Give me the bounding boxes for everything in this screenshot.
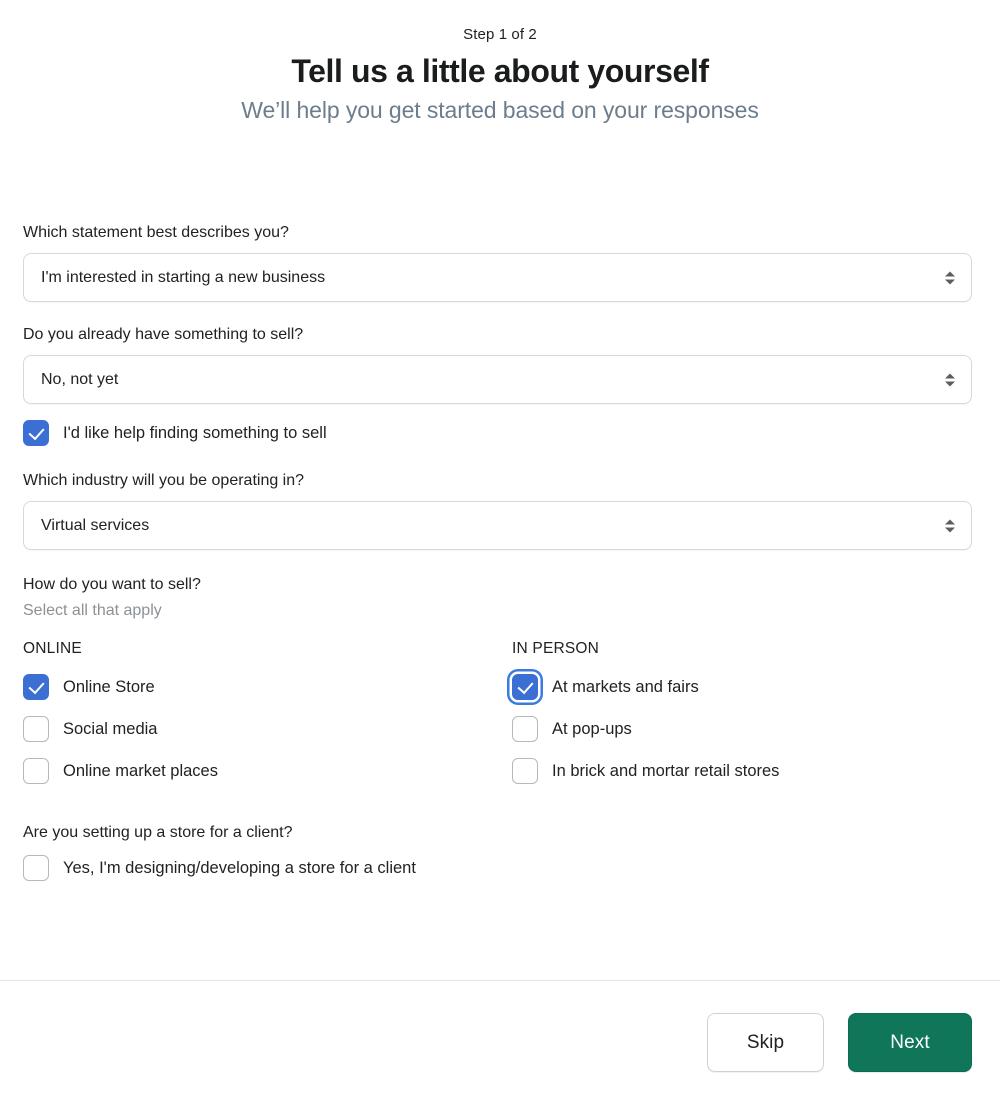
checkbox-row-client-store[interactable]: Yes, I'm designing/developing a store fo…: [23, 853, 972, 883]
footer-actions: Skip Next: [0, 981, 1000, 1104]
online-market-places-label: Online market places: [63, 762, 218, 780]
client-store-label: Are you setting up a store for a client?: [23, 824, 293, 841]
pop-ups-checkbox[interactable]: [512, 716, 538, 742]
pop-ups-label: At pop-ups: [552, 720, 632, 738]
something-to-sell-select-value: No, not yet: [41, 370, 119, 388]
markets-and-fairs-checkbox[interactable]: [512, 674, 538, 700]
column-in-person: IN PERSON At markets and fairs At pop-up…: [512, 638, 1000, 798]
checkbox-row-pop-ups[interactable]: At pop-ups: [512, 714, 1000, 744]
stepper-arrows-icon: [945, 373, 955, 386]
checkbox-row-online-market-places[interactable]: Online market places: [23, 756, 512, 786]
stepper-arrows-icon: [945, 271, 955, 284]
industry-select-box[interactable]: Virtual services: [23, 501, 972, 550]
something-to-sell-label: Do you already have something to sell?: [23, 326, 304, 343]
something-to-sell-select[interactable]: No, not yet: [23, 355, 972, 404]
checkbox-row-online-store[interactable]: Online Store: [23, 672, 512, 702]
column-online: ONLINE Online Store Social media Online …: [23, 638, 512, 798]
checkbox-row-brick-and-mortar[interactable]: In brick and mortar retail stores: [512, 756, 1000, 786]
industry-label: Which industry will you be operating in?: [23, 472, 305, 489]
checkbox-row-markets-and-fairs[interactable]: At markets and fairs: [512, 672, 1000, 702]
online-store-checkbox[interactable]: [23, 674, 49, 700]
how-to-sell-sub: Select all that apply: [23, 602, 162, 619]
social-media-label: Social media: [63, 720, 158, 738]
client-store-checkbox-label: Yes, I'm designing/developing a store fo…: [63, 859, 416, 877]
social-media-checkbox[interactable]: [23, 716, 49, 742]
page-header: Step 1 of 2 Tell us a little about yours…: [0, 0, 1000, 126]
question-how-to-sell: How do you want to sell? Select all that…: [23, 574, 972, 798]
onboarding-page: Step 1 of 2 Tell us a little about yours…: [0, 0, 1000, 1104]
checkbox-row-social-media[interactable]: Social media: [23, 714, 512, 744]
online-store-label: Online Store: [63, 678, 155, 696]
next-button[interactable]: Next: [848, 1013, 972, 1072]
help-finding-checkbox[interactable]: [23, 420, 49, 446]
online-market-places-checkbox[interactable]: [23, 758, 49, 784]
how-to-sell-columns: ONLINE Online Store Social media Online …: [23, 638, 972, 798]
statement-label: Which statement best describes you?: [23, 224, 289, 241]
question-something-to-sell: Do you already have something to sell? N…: [23, 324, 972, 448]
statement-select-box[interactable]: I'm interested in starting a new busines…: [23, 253, 972, 302]
industry-select[interactable]: Virtual services: [23, 501, 972, 550]
something-to-sell-select-box[interactable]: No, not yet: [23, 355, 972, 404]
page-subtitle: We’ll help you get started based on your…: [241, 97, 759, 123]
statement-select-value: I'm interested in starting a new busines…: [41, 268, 326, 286]
stepper-arrows-icon: [945, 519, 955, 532]
help-finding-label: I'd like help finding something to sell: [63, 424, 327, 442]
question-statement: Which statement best describes you? I'm …: [23, 222, 972, 302]
column-online-title: ONLINE: [23, 640, 82, 657]
brick-and-mortar-checkbox[interactable]: [512, 758, 538, 784]
industry-select-value: Virtual services: [41, 516, 150, 534]
brick-and-mortar-label: In brick and mortar retail stores: [552, 762, 780, 780]
question-industry: Which industry will you be operating in?…: [23, 470, 972, 550]
how-to-sell-heading: How do you want to sell?: [23, 576, 201, 593]
question-client-store: Are you setting up a store for a client?…: [23, 822, 972, 883]
page-title: Tell us a little about yourself: [291, 53, 709, 89]
step-indicator: Step 1 of 2: [463, 26, 537, 43]
column-in-person-title: IN PERSON: [512, 640, 600, 657]
statement-select[interactable]: I'm interested in starting a new busines…: [23, 253, 972, 302]
skip-button[interactable]: Skip: [707, 1013, 824, 1072]
client-store-checkbox[interactable]: [23, 855, 49, 881]
onboarding-form: Which statement best describes you? I'm …: [23, 222, 972, 883]
markets-and-fairs-label: At markets and fairs: [552, 678, 699, 696]
help-finding-checkbox-row[interactable]: I'd like help finding something to sell: [23, 418, 972, 448]
